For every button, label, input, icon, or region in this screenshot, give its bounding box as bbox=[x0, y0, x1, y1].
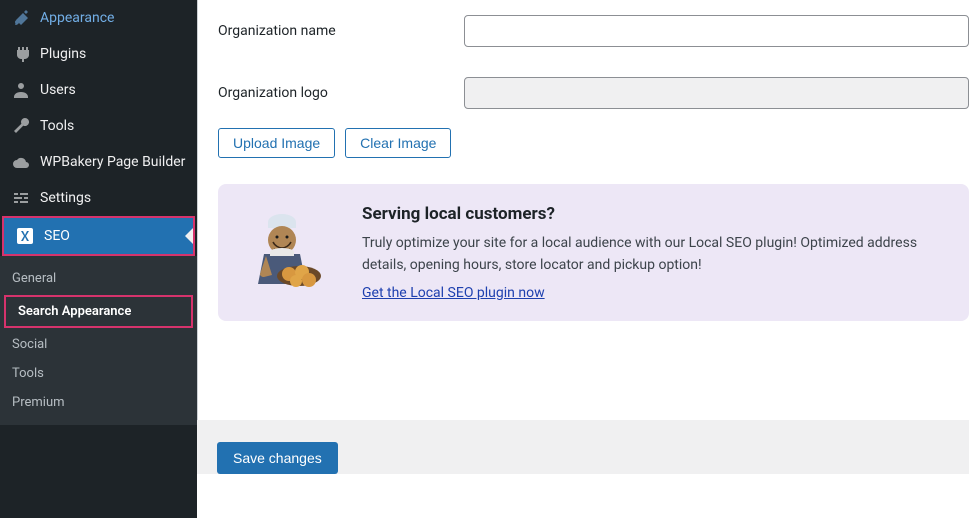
user-icon bbox=[10, 80, 32, 100]
menu-label: SEO bbox=[44, 228, 70, 244]
menu-label: WPBakery Page Builder bbox=[40, 154, 185, 170]
menu-label: Settings bbox=[40, 190, 91, 206]
menu-label: Plugins bbox=[40, 46, 86, 62]
sidebar-item-wpbakery[interactable]: WPBakery Page Builder bbox=[0, 144, 197, 180]
submenu-premium[interactable]: Premium bbox=[0, 388, 197, 417]
wrench-icon bbox=[10, 116, 32, 136]
upload-image-button[interactable]: Upload Image bbox=[218, 128, 335, 158]
org-logo-input[interactable] bbox=[464, 77, 969, 109]
sidebar-item-users[interactable]: Users bbox=[0, 72, 197, 108]
sliders-icon bbox=[10, 188, 32, 208]
menu-label: Users bbox=[40, 82, 76, 98]
local-seo-promo: Serving local customers? Truly optimize … bbox=[218, 184, 969, 321]
brush-icon bbox=[10, 8, 32, 28]
save-row: Save changes bbox=[197, 420, 969, 474]
promo-link[interactable]: Get the Local SEO plugin now bbox=[362, 285, 545, 301]
yoast-icon bbox=[14, 226, 36, 246]
menu-label: Appearance bbox=[40, 10, 114, 26]
plug-icon bbox=[10, 44, 32, 64]
submenu-tools[interactable]: Tools bbox=[0, 359, 197, 388]
promo-heading: Serving local customers? bbox=[362, 204, 943, 224]
submenu-social[interactable]: Social bbox=[0, 330, 197, 359]
submenu-search-appearance[interactable]: Search Appearance bbox=[4, 295, 193, 328]
sidebar-item-seo[interactable]: SEO bbox=[2, 216, 195, 256]
image-buttons-row: Upload Image Clear Image bbox=[218, 124, 969, 178]
menu-label: Tools bbox=[40, 118, 74, 134]
org-name-row: Organization name bbox=[218, 0, 969, 62]
clear-image-button[interactable]: Clear Image bbox=[345, 128, 451, 158]
submenu-general[interactable]: General bbox=[0, 264, 197, 293]
seo-submenu: General Search Appearance Social Tools P… bbox=[0, 256, 197, 425]
promo-description: Truly optimize your site for a local aud… bbox=[362, 232, 943, 277]
cloud-icon bbox=[10, 152, 32, 172]
sidebar-item-plugins[interactable]: Plugins bbox=[0, 36, 197, 72]
org-logo-row: Organization logo bbox=[218, 62, 969, 124]
promo-text: Serving local customers? Truly optimize … bbox=[362, 204, 943, 301]
sidebar-item-appearance[interactable]: Appearance bbox=[0, 0, 197, 36]
org-name-label: Organization name bbox=[218, 23, 464, 39]
admin-sidebar: Appearance Plugins Users Tools WPBakery … bbox=[0, 0, 197, 518]
sidebar-item-settings[interactable]: Settings bbox=[0, 180, 197, 216]
save-changes-button[interactable]: Save changes bbox=[217, 442, 338, 474]
baker-illustration bbox=[244, 204, 334, 299]
org-logo-label: Organization logo bbox=[218, 85, 464, 101]
content-area: Organization name Organization logo Uplo… bbox=[197, 0, 969, 518]
org-name-input[interactable] bbox=[464, 15, 969, 47]
sidebar-item-tools[interactable]: Tools bbox=[0, 108, 197, 144]
